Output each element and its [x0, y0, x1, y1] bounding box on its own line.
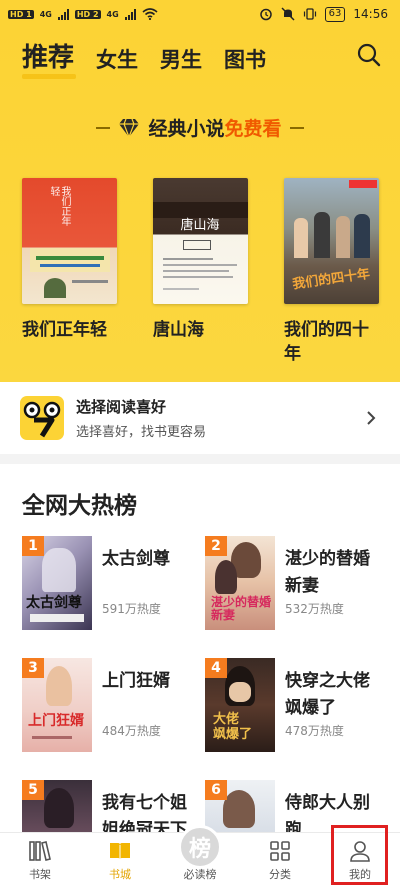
book-title-3: 我们的四十年: [284, 320, 369, 364]
rank-heat-3: 484万热度: [102, 724, 161, 738]
clock: 14:56: [353, 7, 388, 21]
mute-icon: [281, 7, 295, 21]
banner-dash-right: [289, 126, 304, 129]
tab-bookshelf[interactable]: 书架: [0, 833, 80, 888]
must-read-icon: 榜: [178, 825, 222, 869]
book-title-2: 唐山海: [153, 320, 204, 340]
tab-books[interactable]: 图书: [224, 44, 266, 74]
banner-dash-left: [96, 126, 111, 129]
rank-item-6[interactable]: 6 侍郎大人别跑: [205, 780, 385, 836]
tab-must-read[interactable]: 榜 必读榜: [160, 825, 240, 888]
bookshelf-icon: [29, 841, 51, 861]
battery-icon: 63: [324, 6, 346, 22]
rank-name-2: 湛少的替婚新妻: [285, 549, 370, 596]
app-logo-icon: [20, 396, 64, 440]
sim1-label: HD 1: [8, 9, 34, 19]
top-section: 推荐 女生 男生 图书 经典小说免费看 我们正年轻 我们正年轻 唐山海 唐山海 …: [0, 28, 400, 382]
rank-item-5[interactable]: 5 我有七个姐姐绝冠天下: [22, 780, 202, 836]
book-cover-1: 我们正年轻: [22, 178, 117, 304]
status-left: HD 1 4G HD 2 4G: [8, 8, 158, 20]
diamond-icon: [119, 118, 140, 138]
ranking-title: 全网大热榜: [22, 493, 137, 519]
profile-icon: [350, 841, 370, 862]
tab-female[interactable]: 女生: [96, 44, 138, 74]
banner-highlight: 免费看: [224, 118, 282, 140]
rank-heat-1: 591万热度: [102, 602, 161, 616]
signal-icon-2: [124, 8, 136, 20]
category-icon: [270, 841, 290, 861]
tab-recommend[interactable]: 推荐: [22, 37, 74, 74]
tab-bookshelf-label: 书架: [29, 868, 51, 881]
hot-ranking-section: 全网大热榜 太古剑尊 1 太古剑尊 591万热度 湛少的替婚新妻 2 湛少的替婚…: [0, 464, 400, 836]
tab-bookstore[interactable]: 书城: [80, 833, 160, 888]
tab-bookstore-label: 书城: [109, 868, 131, 881]
bookstore-icon: [110, 843, 130, 860]
rank-name-1: 太古剑尊: [102, 549, 170, 569]
book-cover-2: 唐山海: [153, 178, 248, 304]
net2-label: 4G: [106, 9, 119, 19]
status-bar: HD 1 4G HD 2 4G 63 14:56: [0, 0, 400, 28]
tab-profile[interactable]: 我的: [320, 833, 400, 888]
featured-book-1[interactable]: 我们正年轻 我们正年轻: [22, 178, 117, 342]
rank-item-4[interactable]: 大佬 飒爆了 4 快穿之大佬飒爆了 478万热度: [205, 658, 385, 758]
signal-icon: [57, 8, 69, 20]
rank-badge-4: 4: [205, 658, 227, 678]
rank-badge-5: 5: [22, 780, 44, 800]
rank-name-4: 快穿之大佬飒爆了: [285, 671, 370, 718]
tab-male[interactable]: 男生: [160, 44, 202, 74]
alarm-icon: [259, 8, 272, 21]
wifi-icon: [142, 8, 158, 20]
rank-heat-4: 478万热度: [285, 724, 344, 738]
bottom-tab-bar: 书架 书城 榜 必读榜 分类 我的: [0, 825, 400, 888]
rank-name-3: 上门狂婿: [102, 671, 170, 691]
active-tab-underline: [22, 74, 76, 79]
rank-item-3[interactable]: 上门狂婿 3 上门狂婿 484万热度: [22, 658, 202, 758]
book-cover-3: 我们的四十年: [284, 178, 379, 304]
featured-book-3[interactable]: 我们的四十年 我们的四十年: [284, 178, 379, 366]
rank-badge-6: 6: [205, 780, 227, 800]
reading-preference-card[interactable]: 选择阅读喜好 选择喜好，找书更容易: [0, 382, 400, 454]
preference-subtitle: 选择喜好，找书更容易: [76, 425, 207, 440]
search-icon[interactable]: [356, 42, 382, 68]
rank-item-1[interactable]: 太古剑尊 1 太古剑尊 591万热度: [22, 536, 202, 636]
rank-heat-2: 532万热度: [285, 602, 344, 616]
vibrate-icon: [303, 8, 316, 20]
sim2-label: HD 2: [74, 9, 101, 19]
tab-profile-label: 我的: [349, 868, 371, 881]
banner-text: 经典小说: [148, 118, 225, 140]
status-right: 63 14:56: [259, 6, 388, 22]
rank-badge-3: 3: [22, 658, 44, 678]
rank-item-2[interactable]: 湛少的替婚新妻 2 湛少的替婚新妻 532万热度: [205, 536, 385, 636]
book-title-1: 我们正年轻: [22, 320, 107, 340]
rank-badge-1: 1: [22, 536, 44, 556]
free-classics-banner: 经典小说免费看: [0, 114, 400, 141]
nav-tabs: 推荐 女生 男生 图书: [22, 34, 266, 74]
tab-category-label: 分类: [269, 868, 291, 881]
preference-title: 选择阅读喜好: [76, 398, 167, 416]
tab-category[interactable]: 分类: [240, 833, 320, 888]
net1-label: 4G: [39, 9, 52, 19]
rank-name-6: 侍郎大人别跑: [285, 793, 370, 836]
featured-book-2[interactable]: 唐山海 唐山海: [153, 178, 248, 342]
rank-badge-2: 2: [205, 536, 227, 556]
chevron-right-icon: [367, 411, 376, 425]
